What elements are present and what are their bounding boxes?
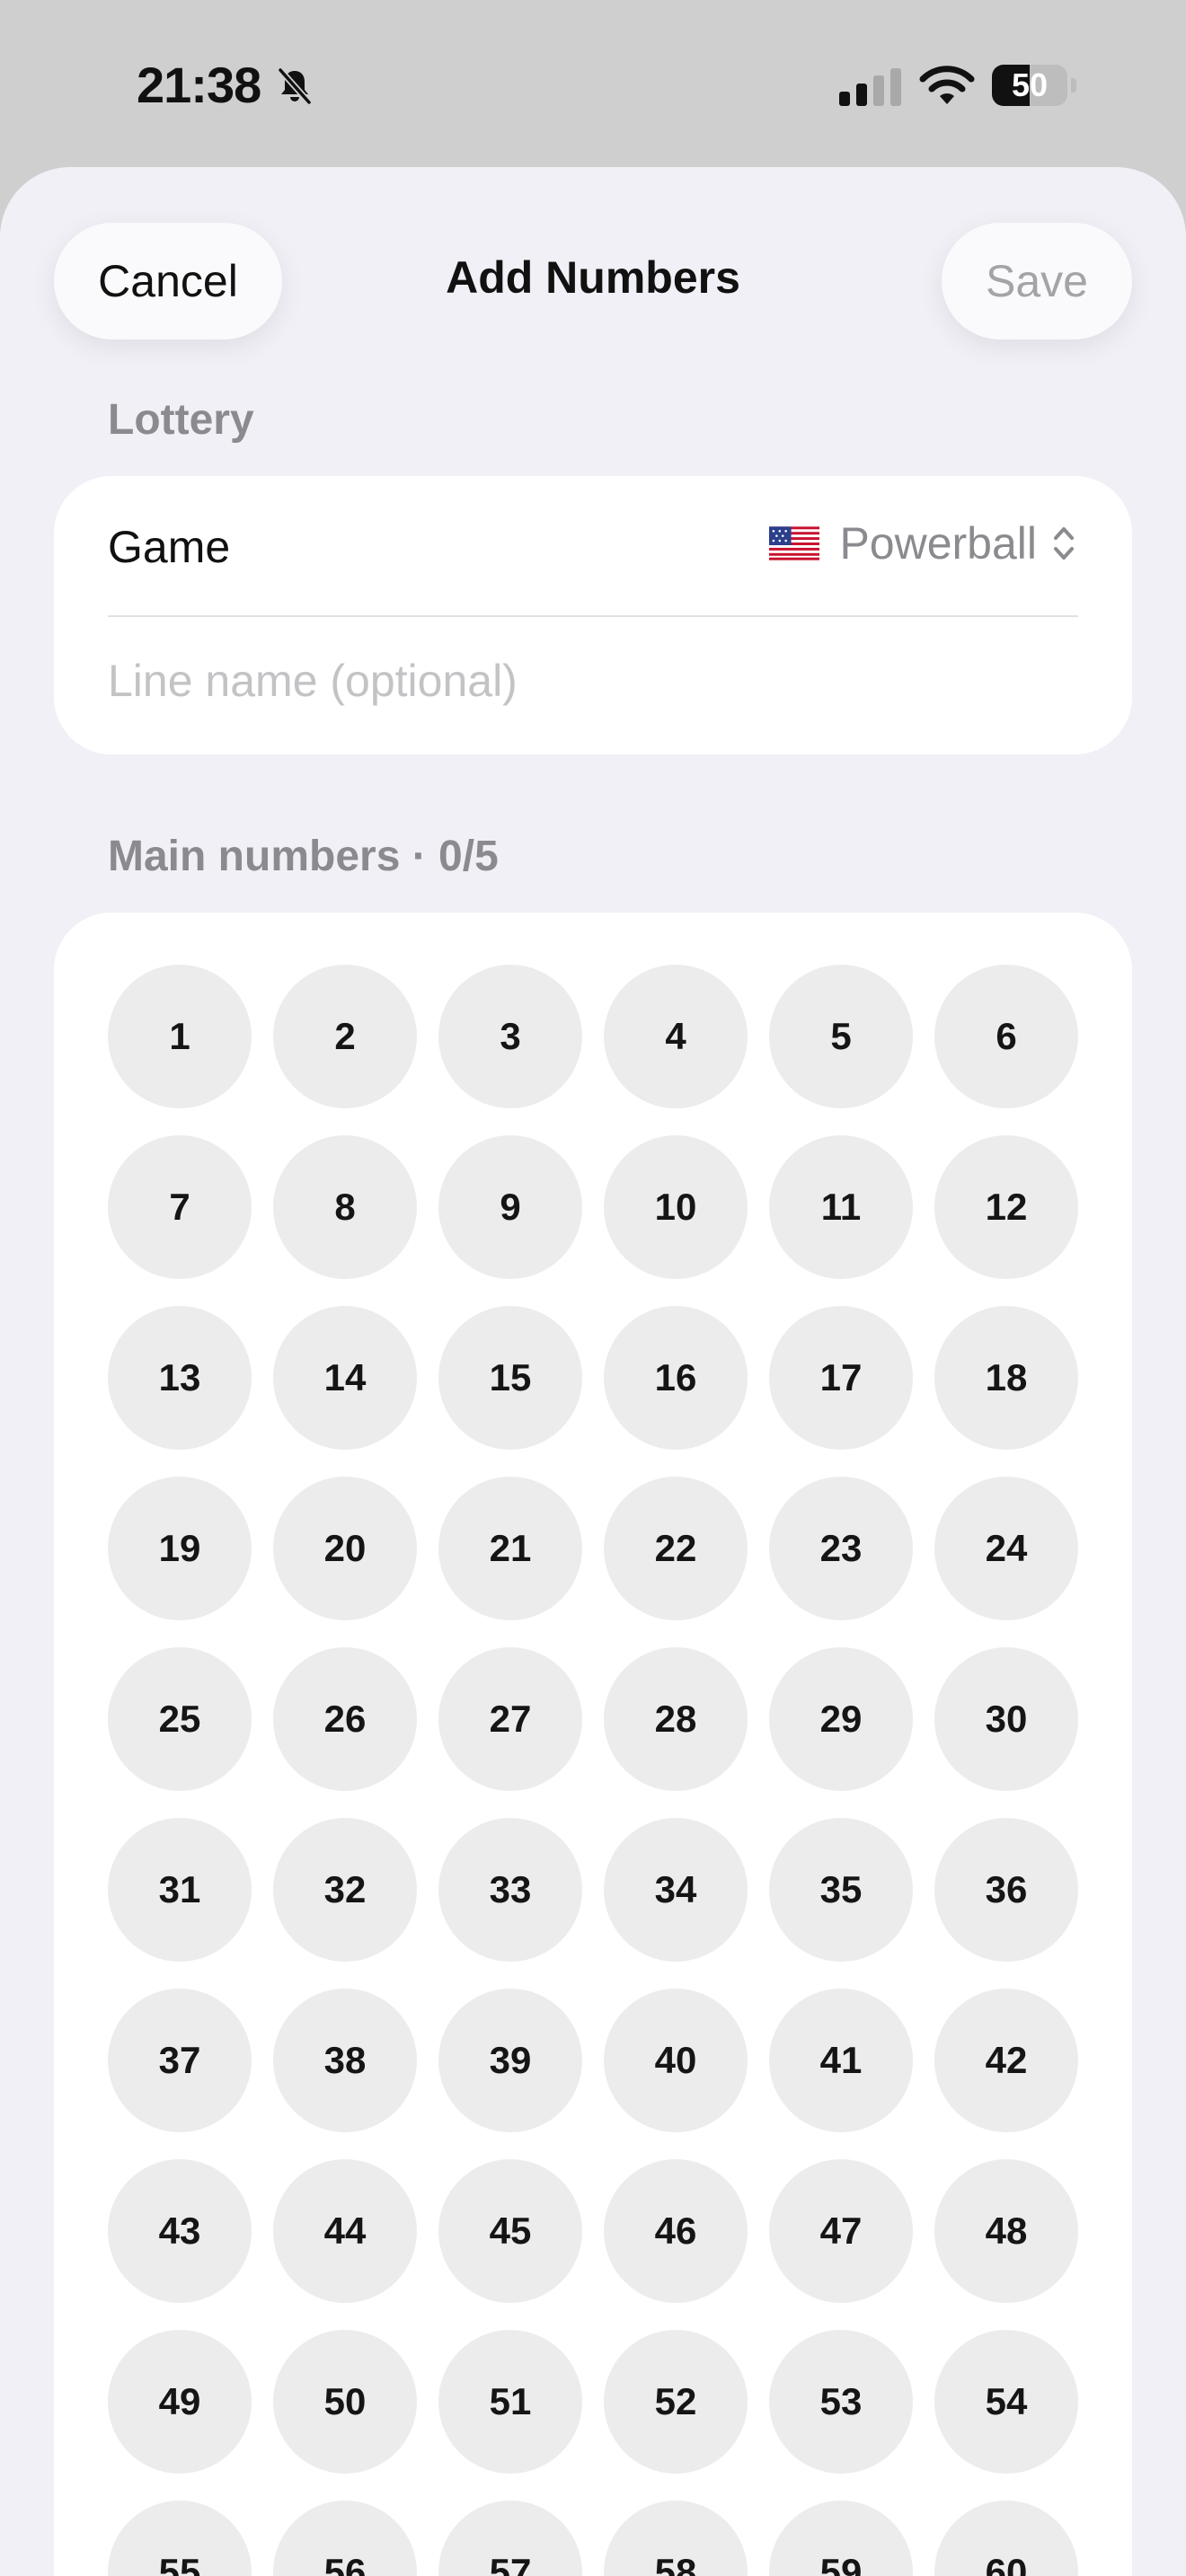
number-ball-20[interactable]: 20 xyxy=(273,1477,417,1620)
number-ball-60[interactable]: 60 xyxy=(934,2501,1078,2576)
number-ball-47[interactable]: 47 xyxy=(769,2159,913,2303)
number-ball-34[interactable]: 34 xyxy=(604,1818,748,1962)
save-button[interactable]: Save xyxy=(942,223,1132,340)
number-ball-57[interactable]: 57 xyxy=(438,2501,582,2576)
number-ball-48[interactable]: 48 xyxy=(934,2159,1078,2303)
number-ball-58[interactable]: 58 xyxy=(604,2501,748,2576)
number-ball-41[interactable]: 41 xyxy=(769,1989,913,2132)
number-ball-59[interactable]: 59 xyxy=(769,2501,913,2576)
main-numbers-label: Main numbers · 0/5 xyxy=(108,833,499,880)
game-picker-row[interactable]: Game Powerball xyxy=(108,476,1078,617)
number-ball-13[interactable]: 13 xyxy=(108,1306,252,1450)
number-ball-51[interactable]: 51 xyxy=(438,2330,582,2474)
us-flag-icon xyxy=(769,526,820,560)
number-ball-44[interactable]: 44 xyxy=(273,2159,417,2303)
number-ball-19[interactable]: 19 xyxy=(108,1477,252,1620)
add-numbers-sheet: Cancel Add Numbers Save Lottery Game Pow… xyxy=(0,167,1186,2576)
number-ball-22[interactable]: 22 xyxy=(604,1477,748,1620)
number-ball-1[interactable]: 1 xyxy=(108,965,252,1108)
number-ball-30[interactable]: 30 xyxy=(934,1647,1078,1791)
number-ball-35[interactable]: 35 xyxy=(769,1818,913,1962)
number-ball-45[interactable]: 45 xyxy=(438,2159,582,2303)
number-ball-31[interactable]: 31 xyxy=(108,1818,252,1962)
line-name-input[interactable] xyxy=(108,636,1078,726)
status-time: 21:38 xyxy=(137,57,261,113)
number-ball-17[interactable]: 17 xyxy=(769,1306,913,1450)
number-ball-52[interactable]: 52 xyxy=(604,2330,748,2474)
number-ball-40[interactable]: 40 xyxy=(604,1989,748,2132)
cellular-signal-icon xyxy=(839,68,901,106)
game-value: Powerball xyxy=(839,518,1037,569)
number-ball-2[interactable]: 2 xyxy=(273,965,417,1108)
number-ball-49[interactable]: 49 xyxy=(108,2330,252,2474)
number-ball-43[interactable]: 43 xyxy=(108,2159,252,2303)
number-ball-5[interactable]: 5 xyxy=(769,965,913,1108)
number-ball-29[interactable]: 29 xyxy=(769,1647,913,1791)
number-ball-15[interactable]: 15 xyxy=(438,1306,582,1450)
number-ball-14[interactable]: 14 xyxy=(273,1306,417,1450)
number-ball-6[interactable]: 6 xyxy=(934,965,1078,1108)
number-ball-24[interactable]: 24 xyxy=(934,1477,1078,1620)
number-ball-36[interactable]: 36 xyxy=(934,1818,1078,1962)
game-label: Game xyxy=(108,522,231,572)
number-ball-53[interactable]: 53 xyxy=(769,2330,913,2474)
number-ball-21[interactable]: 21 xyxy=(438,1477,582,1620)
number-ball-50[interactable]: 50 xyxy=(273,2330,417,2474)
number-ball-25[interactable]: 25 xyxy=(108,1647,252,1791)
number-ball-32[interactable]: 32 xyxy=(273,1818,417,1962)
number-ball-37[interactable]: 37 xyxy=(108,1989,252,2132)
main-numbers-grid: 1 2 3 4 5 6 7 8 9 10 11 12 13 14 15 16 17 18 19 20 21 22 23 24 2… xyxy=(54,913,1132,2576)
number-ball-27[interactable]: 27 xyxy=(438,1647,582,1791)
chevron-up-down-icon xyxy=(1054,527,1074,560)
game-picker[interactable]: Powerball xyxy=(769,517,1078,569)
lottery-section-label: Lottery xyxy=(108,396,254,444)
number-ball-9[interactable]: 9 xyxy=(438,1135,582,1279)
number-ball-10[interactable]: 10 xyxy=(604,1135,748,1279)
number-ball-42[interactable]: 42 xyxy=(934,1989,1078,2132)
number-ball-28[interactable]: 28 xyxy=(604,1647,748,1791)
wifi-icon xyxy=(919,66,975,104)
number-ball-16[interactable]: 16 xyxy=(604,1306,748,1450)
number-ball-56[interactable]: 56 xyxy=(273,2501,417,2576)
number-ball-7[interactable]: 7 xyxy=(108,1135,252,1279)
number-ball-4[interactable]: 4 xyxy=(604,965,748,1108)
number-ball-18[interactable]: 18 xyxy=(934,1306,1078,1450)
number-ball-23[interactable]: 23 xyxy=(769,1477,913,1620)
number-ball-3[interactable]: 3 xyxy=(438,965,582,1108)
number-ball-39[interactable]: 39 xyxy=(438,1989,582,2132)
number-ball-38[interactable]: 38 xyxy=(273,1989,417,2132)
number-ball-26[interactable]: 26 xyxy=(273,1647,417,1791)
number-ball-33[interactable]: 33 xyxy=(438,1818,582,1962)
number-ball-54[interactable]: 54 xyxy=(934,2330,1078,2474)
status-bar: 21:38 50 xyxy=(0,0,1186,167)
number-ball-46[interactable]: 46 xyxy=(604,2159,748,2303)
battery-level: 50 xyxy=(1011,66,1049,103)
number-ball-12[interactable]: 12 xyxy=(934,1135,1078,1279)
bell-slash-icon xyxy=(278,67,312,105)
battery-icon: 50 xyxy=(992,65,1078,106)
number-ball-8[interactable]: 8 xyxy=(273,1135,417,1279)
number-ball-11[interactable]: 11 xyxy=(769,1135,913,1279)
lottery-card: Game Powerball Line name (optional) xyxy=(54,476,1132,754)
number-ball-55[interactable]: 55 xyxy=(108,2501,252,2576)
